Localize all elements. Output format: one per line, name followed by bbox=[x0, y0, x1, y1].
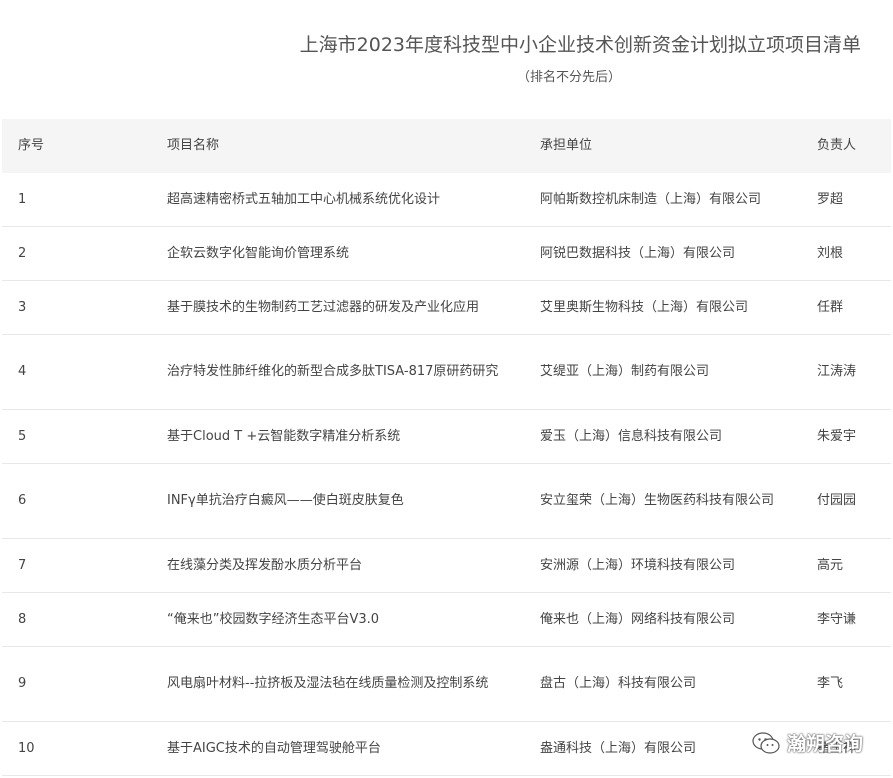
table-header-row: 序号 项目名称 承担单位 负责人 bbox=[2, 119, 891, 173]
row-unit: 艾里奥斯生物科技（上海）有限公司 bbox=[540, 299, 749, 315]
row-no: 10 bbox=[18, 740, 35, 756]
row-unit: 安洲源（上海）环境科技有限公司 bbox=[540, 557, 736, 573]
row-unit: 阿锐巴数据科技（上海）有限公司 bbox=[540, 245, 736, 261]
row-no: 1 bbox=[18, 191, 27, 207]
row-name: 风电扇叶材料--拉挤板及湿法毡在线质量检测及控制系统 bbox=[167, 676, 489, 691]
table-row: 4 治疗特发性肺纤维化的新型合成多肽TISA-817原研药研究 艾缇亚（上海）制… bbox=[2, 335, 891, 410]
table-row: 7 在线藻分类及挥发酚水质分析平台 安洲源（上海）环境科技有限公司 高元 bbox=[2, 539, 891, 593]
row-no: 9 bbox=[18, 676, 27, 691]
project-table: 序号 项目名称 承担单位 负责人 1 超高速精密桥式五轴加工中心机械系统优化设计… bbox=[2, 119, 891, 776]
row-person: 高元 bbox=[817, 557, 844, 573]
row-name: 治疗特发性肺纤维化的新型合成多肽TISA-817原研药研究 bbox=[167, 364, 499, 379]
row-unit: 安立玺荣（上海）生物医药科技有限公司 bbox=[540, 493, 775, 508]
row-unit: 爱玉（上海）信息科技有限公司 bbox=[540, 428, 723, 444]
row-no: 5 bbox=[18, 428, 27, 444]
table-row: 1 超高速精密桥式五轴加工中心机械系统优化设计 阿帕斯数控机床制造（上海）有限公… bbox=[2, 173, 891, 227]
row-no: 8 bbox=[18, 611, 27, 627]
row-person: 李飞 bbox=[817, 676, 844, 691]
row-no: 2 bbox=[18, 245, 27, 261]
row-person: 江涛涛 bbox=[817, 364, 857, 379]
watermark-text: 瀚朔咨询 bbox=[786, 733, 863, 755]
row-name: 企软云数字化智能询价管理系统 bbox=[167, 245, 350, 261]
header-no: 序号 bbox=[18, 138, 45, 153]
row-no: 6 bbox=[18, 493, 27, 508]
table-row: 6 INFγ单抗治疗白癜风——使白斑皮肤复色 安立玺荣（上海）生物医药科技有限公… bbox=[2, 464, 891, 539]
header-name: 项目名称 bbox=[167, 138, 220, 153]
wechat-icon bbox=[752, 731, 780, 754]
row-person: 罗超 bbox=[817, 191, 844, 207]
row-no: 4 bbox=[18, 364, 27, 379]
table-row: 8 “俺来也”校园数字经济生态平台V3.0 俺来也（上海）网络科技有限公司 李守… bbox=[2, 593, 891, 647]
row-person: 付园园 bbox=[817, 493, 857, 508]
row-name: 超高速精密桥式五轴加工中心机械系统优化设计 bbox=[167, 191, 441, 207]
header-unit: 承担单位 bbox=[540, 138, 593, 153]
row-name: 基于AIGC技术的自动管理驾驶舱平台 bbox=[167, 740, 381, 756]
row-unit: 盘古（上海）科技有限公司 bbox=[540, 676, 697, 691]
row-unit: 俺来也（上海）网络科技有限公司 bbox=[540, 611, 736, 627]
row-person: 刘根 bbox=[817, 245, 844, 261]
table-row: 9 风电扇叶材料--拉挤板及湿法毡在线质量检测及控制系统 盘古（上海）科技有限公… bbox=[2, 647, 891, 722]
row-unit: 阿帕斯数控机床制造（上海）有限公司 bbox=[540, 191, 762, 207]
row-name: 在线藻分类及挥发酚水质分析平台 bbox=[167, 557, 363, 573]
row-no: 7 bbox=[18, 557, 27, 573]
row-unit: 艾缇亚（上海）制药有限公司 bbox=[540, 364, 710, 379]
table-row: 5 基于Cloud T +云智能数字精准分析系统 爱玉（上海）信息科技有限公司 … bbox=[2, 410, 891, 464]
table-row: 2 企软云数字化智能询价管理系统 阿锐巴数据科技（上海）有限公司 刘根 bbox=[2, 227, 891, 281]
row-name: 基于膜技术的生物制药工艺过滤器的研发及产业化应用 bbox=[167, 299, 480, 315]
row-person: 朱爱宇 bbox=[817, 428, 857, 444]
watermark: 瀚朔咨询 bbox=[751, 729, 863, 756]
page-title: 上海市2023年度科技型中小企业技术创新资金计划拟立项项目清单 bbox=[299, 34, 861, 56]
table-row: 3 基于膜技术的生物制药工艺过滤器的研发及产业化应用 艾里奥斯生物科技（上海）有… bbox=[2, 281, 891, 335]
row-name: INFγ单抗治疗白癜风——使白斑皮肤复色 bbox=[167, 493, 404, 508]
header-person: 负责人 bbox=[817, 138, 857, 153]
row-person: 任群 bbox=[817, 299, 844, 315]
page-subtitle: （排名不分先后） bbox=[516, 70, 621, 85]
row-name: “俺来也”校园数字经济生态平台V3.0 bbox=[167, 611, 380, 627]
row-no: 3 bbox=[18, 299, 27, 315]
row-person: 李守谦 bbox=[817, 611, 857, 627]
row-name: 基于Cloud T +云智能数字精准分析系统 bbox=[167, 428, 401, 444]
